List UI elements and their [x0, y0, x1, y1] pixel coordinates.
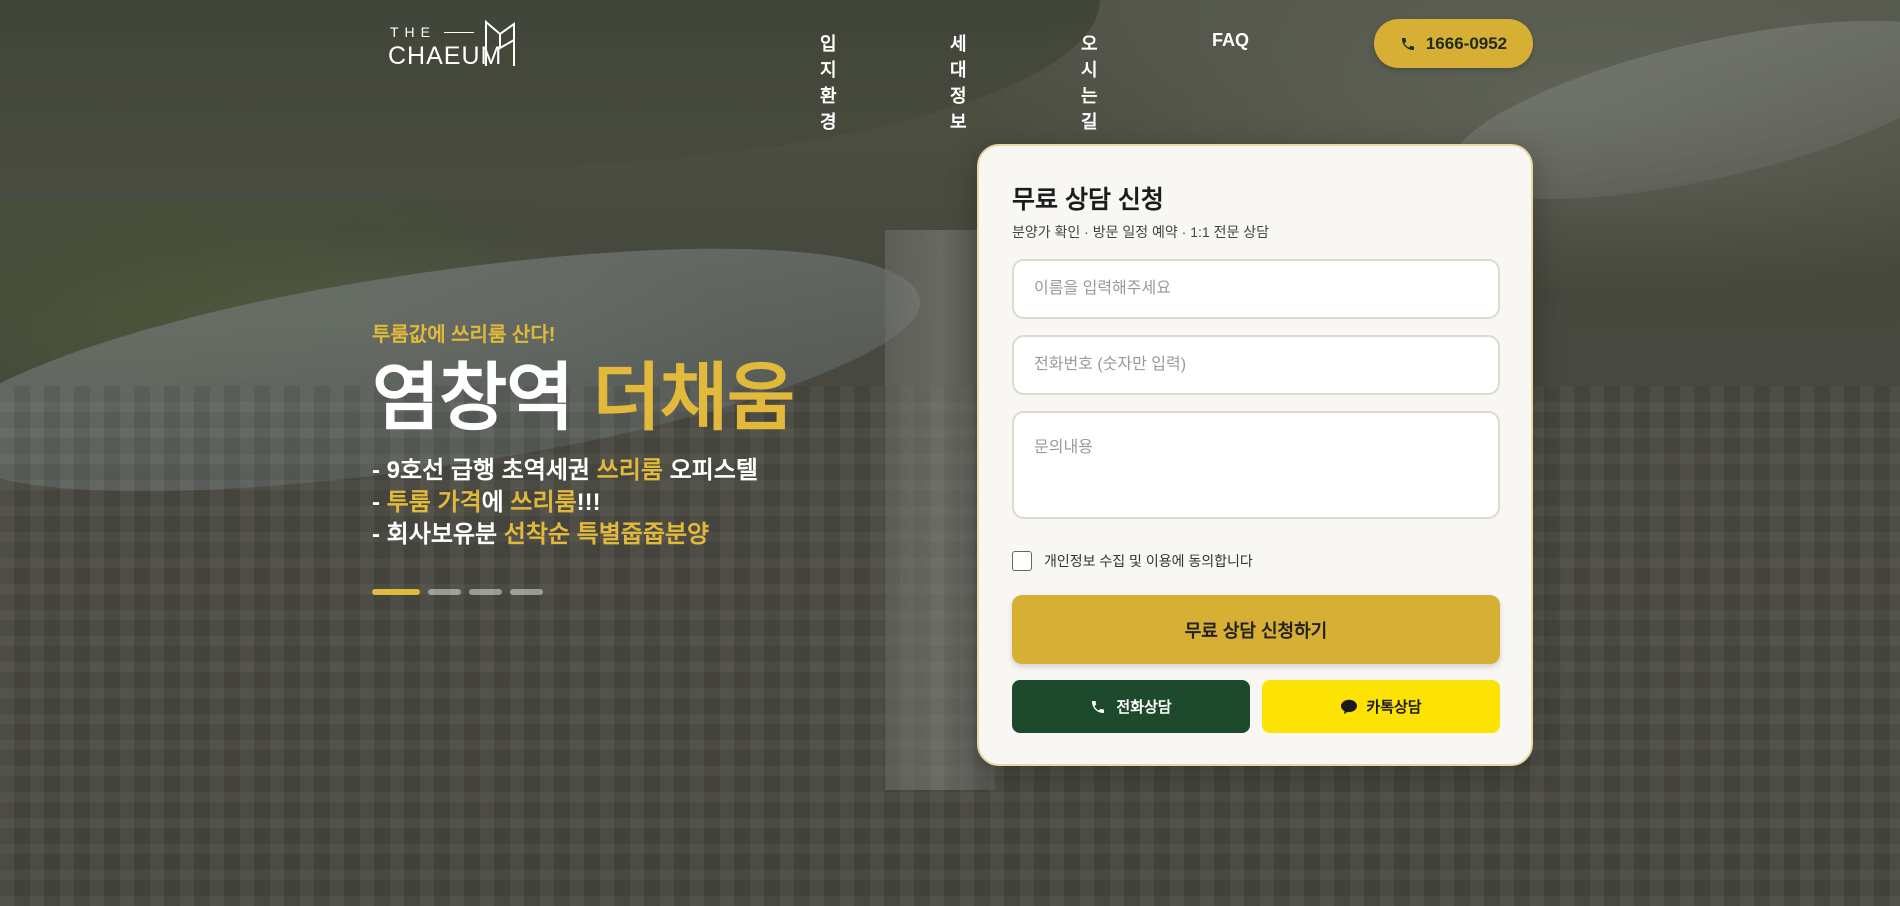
- consult-form-card: 무료 상담 신청 분양가 확인 · 방문 일정 예약 · 1:1 전문 상담 개…: [977, 144, 1533, 766]
- hero-title: 염창역 더채움: [372, 361, 932, 435]
- slide-dot-1[interactable]: [372, 589, 420, 595]
- slide-dot-2[interactable]: [428, 589, 461, 595]
- hero-bullets: - 9호선 급행 초역세권 쓰리룸 오피스텔 - 투룸 가격에 쓰리룸!!! -…: [372, 455, 932, 551]
- hero-section: 투룸값에 쓰리룸 산다! 염창역 더채움 - 9호선 급행 초역세권 쓰리룸 오…: [372, 318, 932, 595]
- slide-indicators: [372, 589, 932, 595]
- privacy-agree-label: 개인정보 수집 및 이용에 동의합니다: [1044, 553, 1253, 569]
- phone-consult-button[interactable]: 전화상담: [1012, 680, 1250, 733]
- form-subtitle: 분양가 확인 · 방문 일정 예약 · 1:1 전문 상담: [1012, 224, 1269, 240]
- slide-dot-3[interactable]: [469, 589, 502, 595]
- hero-title-main: 염창역: [372, 356, 574, 439]
- brand-logo[interactable]: THE CHAEUM: [388, 18, 523, 70]
- nav-item-directions[interactable]: 오시는길: [1081, 30, 1098, 134]
- header-call-button[interactable]: 1666-0952: [1374, 19, 1533, 68]
- name-input[interactable]: [1012, 259, 1500, 319]
- slide-dot-4[interactable]: [510, 589, 543, 595]
- nav-item-faq[interactable]: FAQ: [1212, 30, 1249, 51]
- phone-input[interactable]: [1012, 335, 1500, 395]
- logo-the: THE: [390, 24, 436, 40]
- hero-title-accent: 더채움: [592, 356, 795, 439]
- nav-item-units[interactable]: 세대정보: [950, 30, 967, 134]
- message-textarea[interactable]: [1012, 411, 1500, 519]
- phone-consult-label: 전화상담: [1116, 699, 1172, 716]
- header-phone-number: 1666-0952: [1425, 33, 1508, 53]
- hero-tagline: 투룸값에 쓰리룸 산다!: [372, 324, 556, 346]
- hero-background-image: [0, 0, 1900, 906]
- form-title: 무료 상담 신청: [1012, 186, 1164, 214]
- hero-bullet: - 회사보유분 선착순 특별줍줍분양: [372, 521, 710, 548]
- submit-consult-button[interactable]: 무료 상담 신청하기: [1012, 595, 1500, 664]
- site-header: THE CHAEUM 입지환경 세대정보 오시는길 FAQ 1666-0952: [0, 0, 1900, 132]
- phone-icon: [1092, 700, 1105, 713]
- hero-bullet: - 9호선 급행 초역세권 쓰리룸 오피스텔: [372, 457, 758, 484]
- nav-item-location[interactable]: 입지환경: [820, 30, 837, 134]
- privacy-checkbox[interactable]: [1012, 551, 1032, 571]
- phone-icon: [1401, 37, 1414, 50]
- hero-bullet: - 투룸 가격에 쓰리룸!!!: [372, 489, 601, 516]
- kakao-consult-button[interactable]: 카톡상담: [1262, 680, 1500, 733]
- kakao-consult-label: 카톡상담: [1366, 699, 1422, 716]
- privacy-agree[interactable]: 개인정보 수집 및 이용에 동의합니다: [1012, 551, 1253, 571]
- logo-flag-icon: [485, 19, 515, 66]
- chat-bubble-icon: [1341, 699, 1358, 714]
